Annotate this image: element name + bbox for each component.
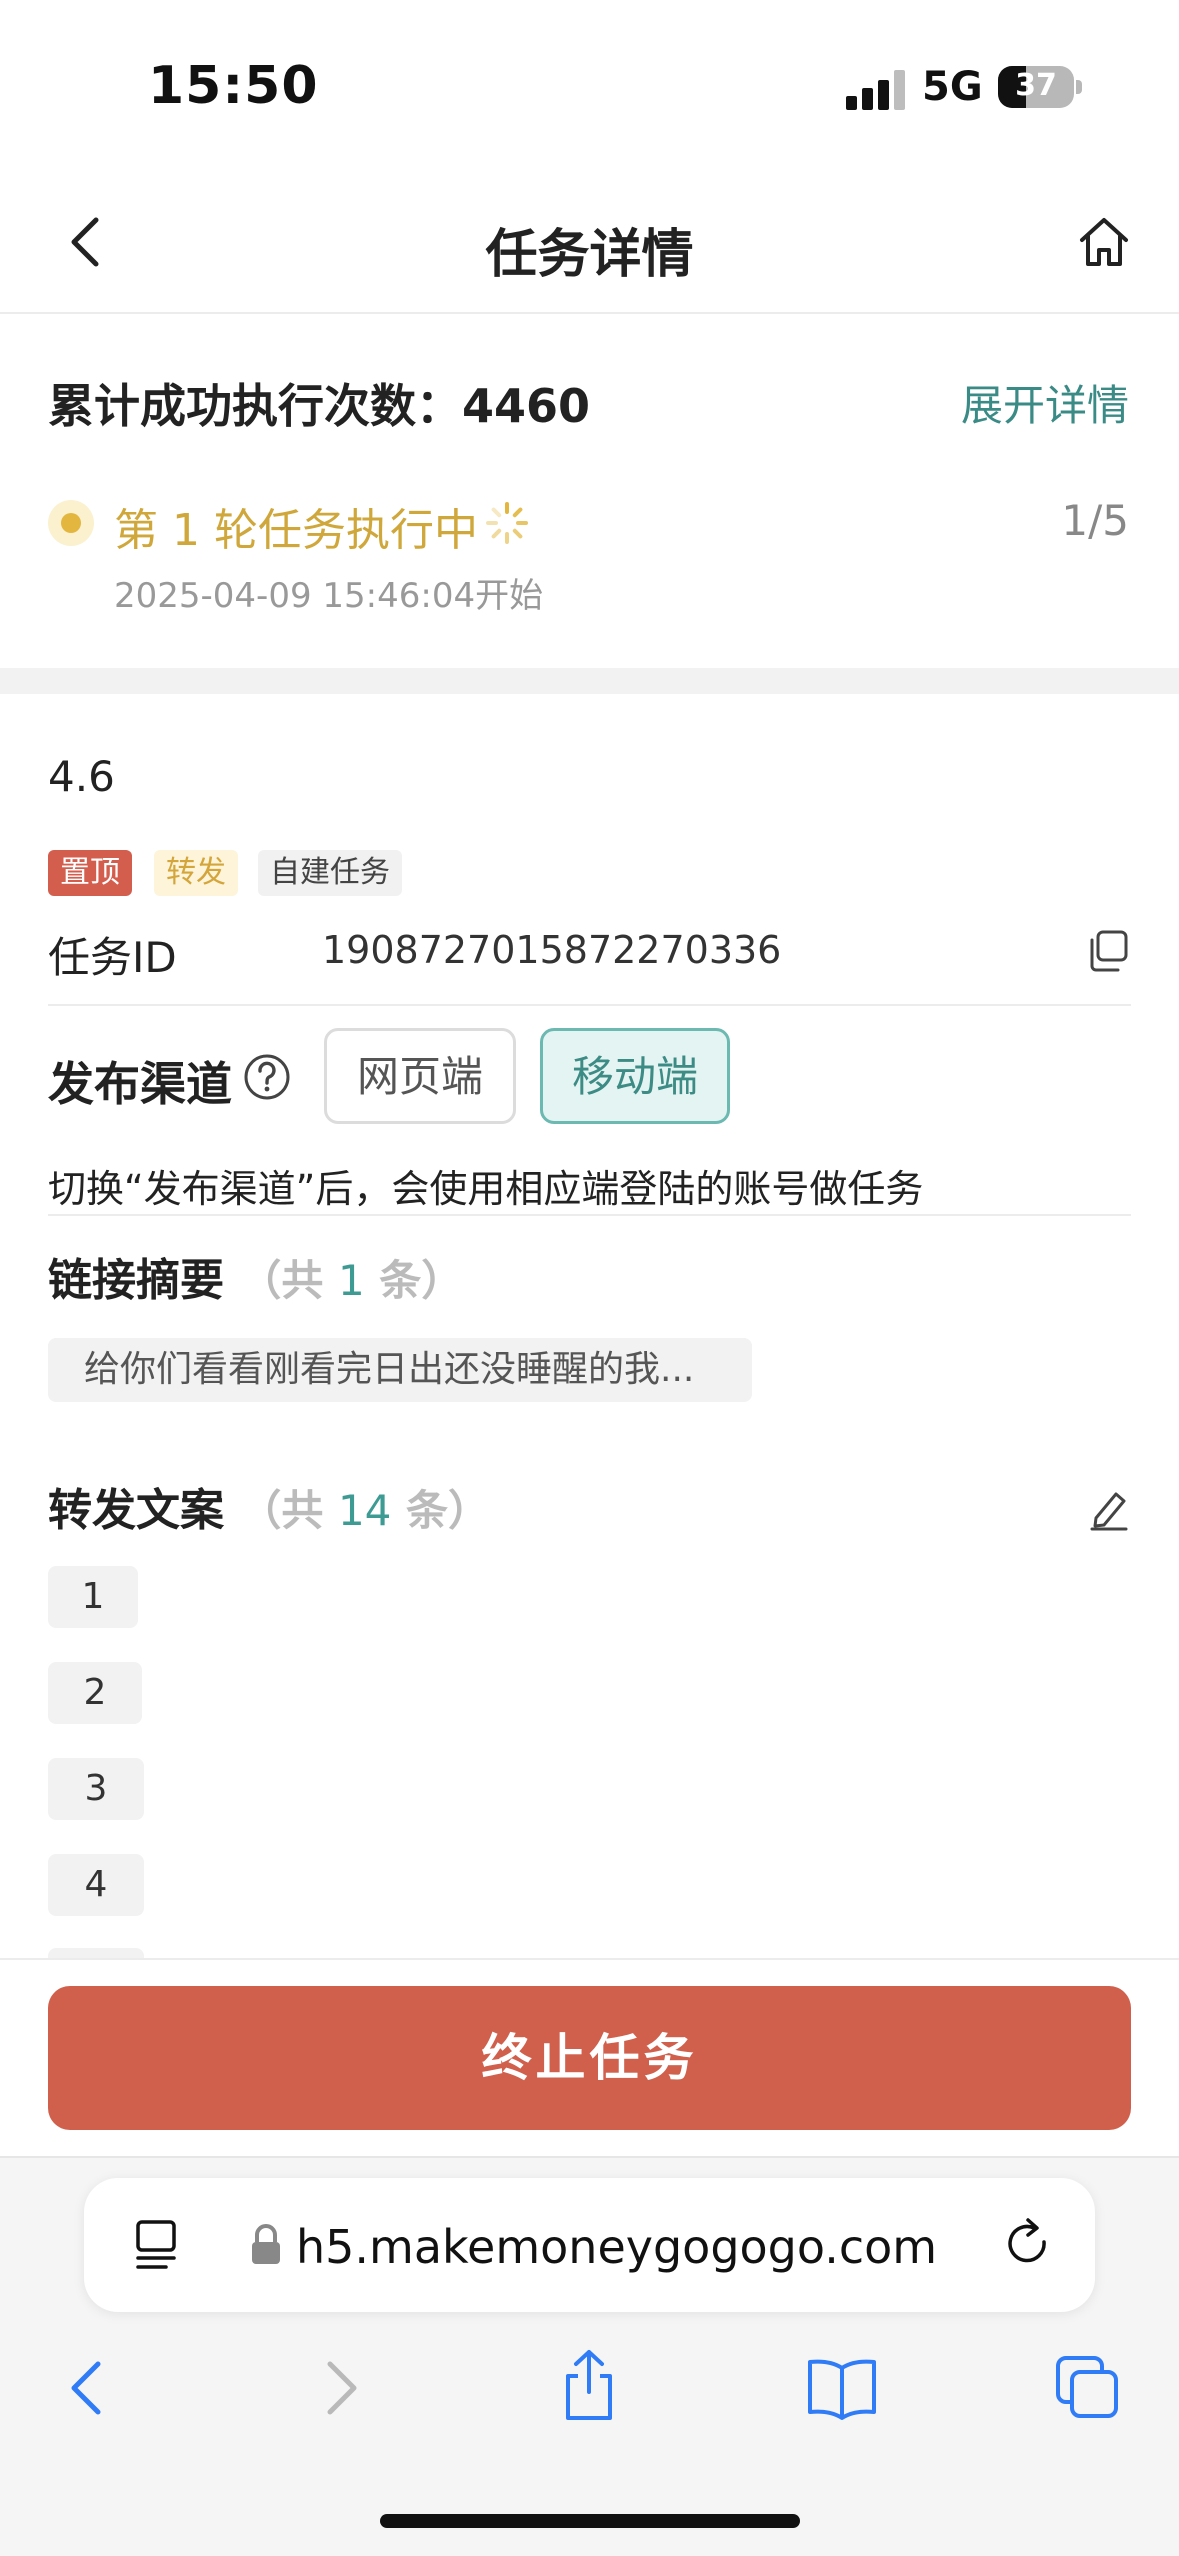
forward-copy-item[interactable]: 1 (48, 1566, 138, 1628)
loading-spinner-icon (484, 500, 530, 546)
home-indicator (380, 2514, 800, 2528)
round-status-dot (48, 500, 94, 546)
link-summary-item[interactable]: 给你们看看刚看完日出还没睡醒的我... (48, 1338, 752, 1402)
reload-icon[interactable] (994, 2210, 1064, 2280)
divider (48, 1004, 1131, 1006)
home-button[interactable] (1074, 212, 1134, 272)
channel-mobile-option[interactable]: 移动端 (540, 1028, 730, 1124)
forward-copy-item[interactable]: 3 (48, 1758, 144, 1820)
status-time: 15:50 (148, 56, 319, 116)
action-bar-divider (0, 1958, 1179, 1960)
forward-copy-item[interactable]: 4 (48, 1854, 144, 1916)
forward-copy-label: 转发文案 (48, 1485, 224, 1536)
reader-icon[interactable] (128, 2210, 198, 2280)
tag-forward: 转发 (154, 850, 238, 896)
url-text[interactable]: h5.makemoneygogogo.com (296, 2220, 937, 2274)
battery-icon: 37 (998, 66, 1074, 108)
help-icon[interactable] (242, 1052, 292, 1102)
task-id-value: 1908727015872270336 (322, 928, 782, 972)
task-id-label: 任务ID (48, 933, 177, 982)
task-name: 4.6 (48, 752, 115, 801)
home-icon (1080, 218, 1128, 266)
tabs-icon[interactable] (1052, 2352, 1122, 2422)
link-summary-title: 链接摘要 （共 1 条） (48, 1244, 463, 1308)
link-summary-count: （共 1 条） (239, 1256, 464, 1305)
lock-icon (246, 2222, 286, 2268)
channel-note: 切换“发布渠道”后，会使用相应端登陆的账号做任务 (48, 1167, 924, 1211)
link-summary-label: 链接摘要 (48, 1255, 224, 1306)
nav-divider (0, 312, 1179, 314)
share-icon[interactable] (554, 2346, 624, 2420)
forward-icon[interactable] (304, 2354, 374, 2424)
forward-copy-count: （共 14 条） (239, 1486, 491, 1535)
back-icon[interactable] (54, 2354, 124, 2424)
expand-details-link[interactable]: 展开详情 (961, 372, 1129, 433)
forward-copy-item-partial (48, 1948, 144, 1958)
battery-tip (1076, 80, 1082, 94)
cellular-signal-icon (846, 70, 906, 110)
round-progress: 1/5 (1061, 496, 1129, 545)
section-separator (0, 668, 1179, 694)
total-success-count: 累计成功执行次数：4460 (48, 379, 591, 433)
forward-copy-item[interactable]: 2 (48, 1662, 142, 1724)
page-title: 任务详情 (485, 225, 694, 285)
bookmarks-icon[interactable] (802, 2354, 882, 2424)
round-status-text: 第 1 轮任务执行中 (114, 505, 478, 556)
battery-percent: 37 (1015, 68, 1057, 103)
tag-self-built: 自建任务 (258, 850, 402, 896)
network-type: 5G (922, 64, 983, 110)
channel-web-option[interactable]: 网页端 (324, 1028, 516, 1124)
forward-copy-title: 转发文案 （共 14 条） (48, 1474, 490, 1538)
round-start-time: 2025-04-09 15:46:04开始 (114, 576, 544, 616)
tag-pinned: 置顶 (48, 850, 132, 896)
channel-label: 发布渠道 (48, 1057, 232, 1111)
stop-task-button[interactable]: 终止任务 (48, 1986, 1131, 2130)
divider (48, 1214, 1131, 1216)
copy-icon[interactable] (1086, 928, 1130, 974)
edit-icon[interactable] (1086, 1486, 1130, 1532)
